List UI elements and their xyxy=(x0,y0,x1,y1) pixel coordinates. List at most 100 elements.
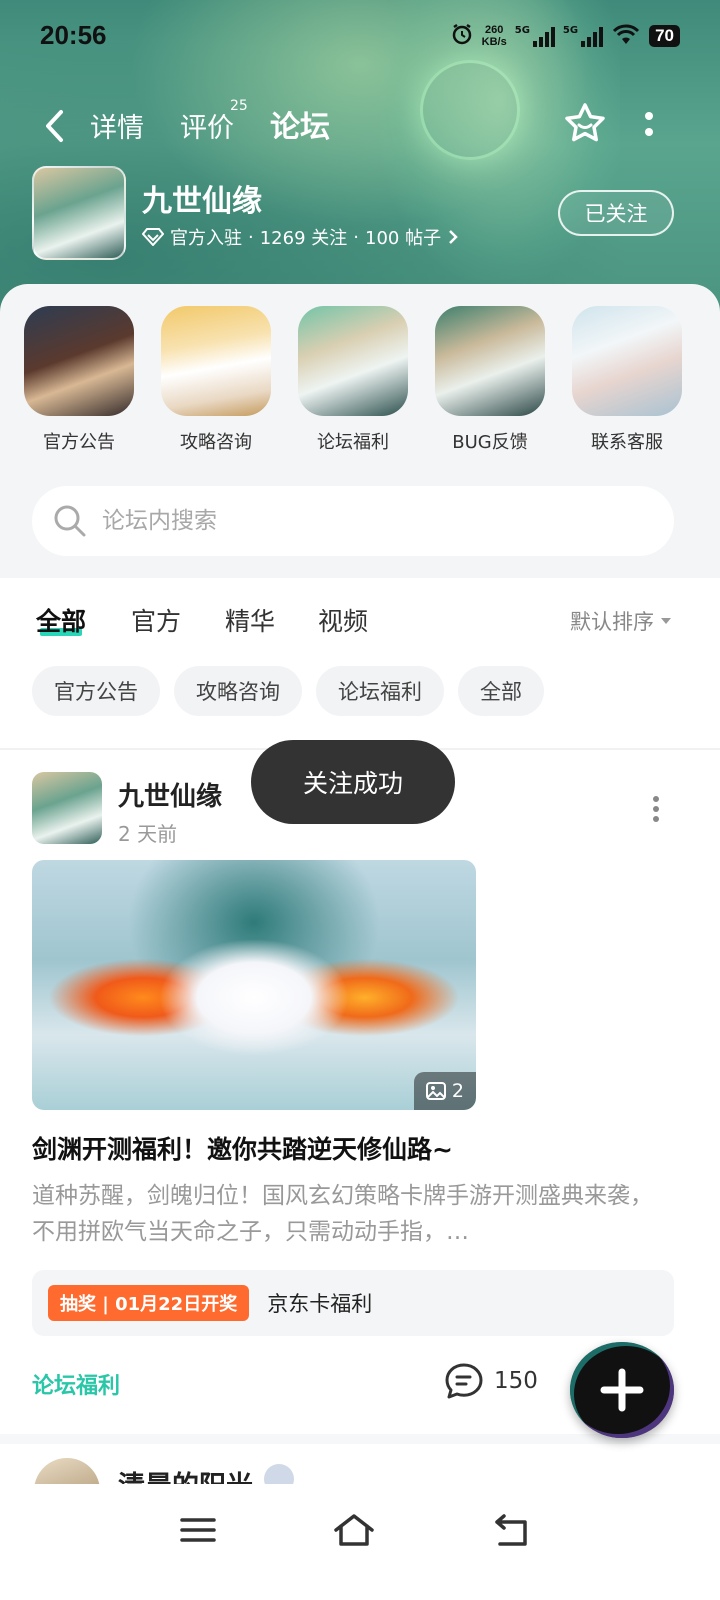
followers-count: 1269 关注 xyxy=(259,228,348,249)
filter-tab-official[interactable]: 官方 xyxy=(131,602,181,638)
alarm-icon xyxy=(450,22,474,50)
recent-apps-button[interactable] xyxy=(176,1508,220,1552)
filter-tab-essence[interactable]: 精华 xyxy=(225,602,275,638)
search-input[interactable] xyxy=(102,508,642,534)
favorite-button[interactable] xyxy=(562,100,608,146)
back-icon xyxy=(495,1514,527,1546)
post-more-button[interactable] xyxy=(646,794,666,824)
sort-dropdown[interactable]: 默认排序 xyxy=(570,606,672,636)
next-post-preview[interactable]: 清晨的阳光 xyxy=(0,1444,720,1484)
menu-icon xyxy=(180,1518,216,1542)
shortcut-image xyxy=(161,306,271,416)
verified-label: 官方入驻 xyxy=(170,228,242,249)
forum-panel: 官方公告 攻略咨询 论坛福利 BUG反馈 联系客服 xyxy=(0,284,720,578)
review-count-badge: 25 xyxy=(230,98,248,114)
wifi-icon xyxy=(611,22,641,50)
shortcut-image xyxy=(572,306,682,416)
create-post-button[interactable] xyxy=(570,1342,674,1438)
diamond-icon xyxy=(142,228,164,246)
back-button[interactable] xyxy=(36,104,72,148)
tab-review-label: 评价 xyxy=(180,113,234,144)
tab-review[interactable]: 评价 25 xyxy=(180,98,248,145)
post-card[interactable]: 九世仙缘 2 天前 2 剑渊开测福利！邀你共踏逆天修仙路~ 道种苏醒，剑魄归位！… xyxy=(0,750,720,1434)
toast-message: 关注成功 xyxy=(251,740,455,824)
image-count-badge: 2 xyxy=(413,1072,476,1110)
shortcut-image xyxy=(298,306,408,416)
game-avatar[interactable] xyxy=(32,166,126,260)
lottery-card[interactable]: 抽奖 | 01月22日开奖 京东卡福利 xyxy=(32,1270,674,1336)
chip-guide[interactable]: 攻略咨询 xyxy=(174,666,302,716)
sort-label: 默认排序 xyxy=(570,610,654,634)
home-icon xyxy=(334,1514,374,1546)
post-author-avatar[interactable] xyxy=(32,772,102,844)
network-speed: 260 KB/s xyxy=(482,24,507,48)
status-time: 20:56 xyxy=(40,20,107,50)
category-chips: 官方公告 攻略咨询 论坛福利 全部 xyxy=(0,658,720,748)
comment-button[interactable]: 150 xyxy=(444,1362,538,1400)
chip-official-announcement[interactable]: 官方公告 xyxy=(32,666,160,716)
post-author-name[interactable]: 九世仙缘 xyxy=(118,776,222,813)
battery-indicator: 70 xyxy=(649,25,680,47)
posts-count: 100 帖子 xyxy=(365,228,442,249)
followed-button[interactable]: 已关注 xyxy=(558,190,674,236)
caret-down-icon xyxy=(661,618,671,624)
shortcut-row: 官方公告 攻略咨询 论坛福利 BUG反馈 联系客服 xyxy=(0,306,720,454)
chip-all[interactable]: 全部 xyxy=(458,666,544,716)
top-navigation: 详情 评价 25 论坛 xyxy=(0,92,720,162)
sim2-type: 5G xyxy=(562,25,579,36)
tab-forum[interactable]: 论坛 xyxy=(270,102,330,146)
shortcut-guide[interactable]: 攻略咨询 xyxy=(161,306,271,454)
post-excerpt[interactable]: 道种苏醒，剑魄归位！国风玄幻策略卡牌手游开测盛典来袭，不用拼欧气当天命之子，只需… xyxy=(32,1178,672,1250)
network-speed-unit: KB/s xyxy=(481,36,507,48)
forum-search-box[interactable] xyxy=(32,486,674,556)
meta-separator: · xyxy=(353,226,359,248)
shortcut-label: 官方公告 xyxy=(43,432,115,453)
signal-1-icon: 5G xyxy=(515,25,555,47)
next-post-avatar[interactable] xyxy=(34,1458,100,1484)
shortcut-forum-welfare[interactable]: 论坛福利 xyxy=(298,306,408,454)
post-image[interactable]: 2 xyxy=(32,860,476,1110)
shortcut-image xyxy=(24,306,134,416)
next-post-author[interactable]: 清晨的阳光 xyxy=(118,1464,253,1484)
game-info: 九世仙缘 官方入驻 · 1269 关注 · 100 帖子 已关注 xyxy=(0,162,720,272)
shortcut-label: 论坛福利 xyxy=(317,432,389,453)
plus-icon xyxy=(600,1368,644,1412)
shortcut-image xyxy=(435,306,545,416)
post-category-tag[interactable]: 论坛福利 xyxy=(32,1368,120,1400)
lottery-text: 京东卡福利 xyxy=(267,1292,373,1316)
filter-tab-video[interactable]: 视频 xyxy=(318,602,368,638)
signal-2-icon: 5G xyxy=(562,25,604,47)
system-navigation-bar xyxy=(0,1484,720,1600)
chip-forum-welfare[interactable]: 论坛福利 xyxy=(316,666,444,716)
search-icon xyxy=(54,505,86,537)
tab-detail[interactable]: 详情 xyxy=(90,106,144,145)
status-bar: 20:56 260 KB/s 5G 5G 70 xyxy=(0,0,720,76)
comment-icon xyxy=(445,1363,483,1399)
filter-tab-all[interactable]: 全部 xyxy=(36,602,86,638)
shortcut-customer-service[interactable]: 联系客服 xyxy=(572,306,682,454)
chevron-right-icon xyxy=(449,230,458,244)
star-icon xyxy=(565,103,605,142)
shortcut-label: 攻略咨询 xyxy=(180,432,252,453)
sim1-type: 5G xyxy=(514,25,530,36)
comment-count: 150 xyxy=(494,1368,538,1394)
shortcut-official-announcement[interactable]: 官方公告 xyxy=(24,306,134,454)
status-icons: 260 KB/s 5G 5G 70 xyxy=(450,22,680,50)
post-title[interactable]: 剑渊开测福利！邀你共踏逆天修仙路~ xyxy=(32,1130,453,1166)
shortcut-label: BUG反馈 xyxy=(452,432,528,453)
more-vertical-icon xyxy=(653,796,659,822)
system-back-button[interactable] xyxy=(490,1508,534,1552)
game-meta[interactable]: 官方入驻 · 1269 关注 · 100 帖子 xyxy=(142,224,459,250)
home-button[interactable] xyxy=(332,1508,376,1552)
meta-separator: · xyxy=(248,226,254,248)
back-arrow-icon xyxy=(46,110,63,142)
game-name: 九世仙缘 xyxy=(142,184,262,219)
image-count: 2 xyxy=(451,1080,464,1102)
user-level-icon xyxy=(264,1464,294,1484)
post-time: 2 天前 xyxy=(118,822,178,846)
tab-forum-label: 论坛 xyxy=(270,110,330,145)
image-icon xyxy=(425,1082,446,1100)
more-menu-button[interactable] xyxy=(634,102,664,146)
network-speed-value: 260 xyxy=(485,24,504,36)
shortcut-bug-report[interactable]: BUG反馈 xyxy=(435,306,545,454)
